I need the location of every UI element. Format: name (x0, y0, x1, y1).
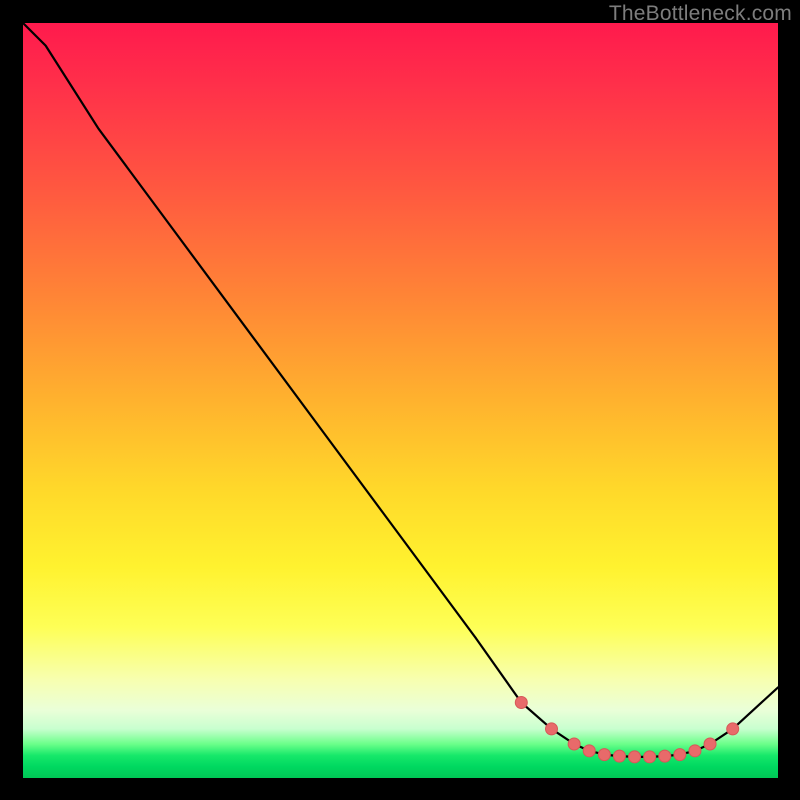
marker-group (515, 697, 738, 763)
data-marker (613, 750, 625, 762)
data-marker (704, 738, 716, 750)
data-marker (689, 745, 701, 757)
data-marker (674, 749, 686, 761)
data-marker (644, 751, 656, 763)
data-marker (727, 723, 739, 735)
curve-group (23, 23, 778, 763)
data-marker (583, 745, 595, 757)
watermark-text: TheBottleneck.com (609, 2, 792, 26)
data-marker (515, 697, 527, 709)
data-marker (546, 723, 558, 735)
data-marker (629, 751, 641, 763)
data-marker (568, 738, 580, 750)
data-marker (659, 750, 671, 762)
chart-svg (23, 23, 778, 778)
plot-area (23, 23, 778, 778)
main-curve (23, 23, 778, 757)
outer-frame: TheBottleneck.com (0, 0, 800, 800)
data-marker (598, 749, 610, 761)
